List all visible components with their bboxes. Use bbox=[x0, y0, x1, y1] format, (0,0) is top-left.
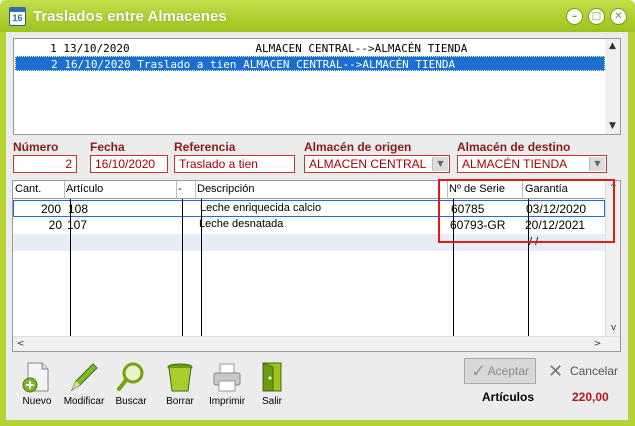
cell-cant[interactable]: 20 bbox=[49, 218, 62, 232]
col-divider bbox=[64, 181, 65, 199]
referencia-field[interactable]: Traslado a tien bbox=[174, 155, 295, 173]
destino-select-value: ALMACÉN TIENDA bbox=[462, 157, 568, 171]
window-client-area: 1 13/10/2020 ALMACEN CENTRAL-->ALMACÉN T… bbox=[6, 32, 628, 420]
col-header-cant[interactable]: Cant. bbox=[15, 183, 41, 195]
aceptar-label: Aceptar bbox=[487, 364, 529, 378]
chevron-down-icon[interactable]: ▼ bbox=[432, 157, 448, 171]
borrar-label: Borrar bbox=[166, 396, 194, 407]
calendar-icon: 16 bbox=[9, 7, 26, 26]
salir-label: Salir bbox=[261, 396, 282, 407]
chevron-down-icon[interactable]: ▼ bbox=[589, 157, 605, 171]
articulos-total-label: Artículos bbox=[482, 390, 535, 404]
buscar-label: Buscar bbox=[115, 396, 147, 407]
origen-select-value: ALMACEN CENTRAL bbox=[309, 157, 427, 171]
close-button[interactable]: ✕ bbox=[610, 8, 627, 25]
col-header-dash[interactable]: - bbox=[178, 183, 182, 195]
col-divider bbox=[176, 181, 177, 199]
numero-label: Número bbox=[13, 140, 59, 154]
nuevo-button[interactable]: Nuevo bbox=[12, 360, 62, 414]
exit-door-icon bbox=[255, 360, 289, 394]
new-document-icon bbox=[20, 360, 54, 394]
cell-descripcion[interactable]: Leche desnatada bbox=[199, 218, 283, 230]
imprimir-label: Imprimir bbox=[208, 396, 246, 407]
col-header-articulo[interactable]: Artículo bbox=[66, 183, 103, 195]
traslados-list[interactable]: 1 13/10/2020 ALMACEN CENTRAL-->ALMACÉN T… bbox=[13, 38, 621, 135]
pencil-icon bbox=[67, 360, 101, 394]
col-header-descripcion[interactable]: Descripción bbox=[197, 183, 254, 195]
aceptar-button[interactable]: ✓ Aceptar bbox=[464, 358, 536, 384]
referencia-label: Referencia bbox=[174, 140, 236, 154]
cell-cant[interactable]: 200 bbox=[41, 202, 61, 216]
cross-icon: ✕ bbox=[548, 361, 564, 381]
origen-label: Almacén de origen bbox=[304, 140, 412, 154]
salir-button[interactable]: Salir bbox=[247, 360, 297, 414]
list-scrollbar[interactable]: ▲ ▼ bbox=[605, 39, 620, 134]
cancelar-label: Cancelar bbox=[569, 364, 618, 378]
modificar-label: Modificar bbox=[63, 396, 105, 407]
fecha-label: Fecha bbox=[90, 140, 125, 154]
buscar-button[interactable]: Buscar bbox=[106, 360, 156, 414]
scroll-down-icon[interactable]: v bbox=[606, 321, 620, 336]
col-divider bbox=[201, 199, 202, 347]
origen-select[interactable]: ALMACEN CENTRAL ▼ bbox=[304, 155, 450, 173]
col-divider bbox=[70, 199, 71, 347]
list-item[interactable]: 1 13/10/2020 ALMACEN CENTRAL-->ALMACÉN T… bbox=[15, 41, 605, 56]
list-item-selected[interactable]: 2 16/10/2020 Traslado a tien ALMACEN CEN… bbox=[15, 56, 605, 71]
col-divider bbox=[195, 181, 196, 199]
destino-label: Almacén de destino bbox=[457, 140, 571, 154]
checkmark-icon: ✓ bbox=[471, 361, 487, 381]
cell-descripcion[interactable]: Leche enriquecida calcio bbox=[200, 202, 321, 214]
scroll-right-icon[interactable]: > bbox=[590, 337, 605, 351]
highlight-box bbox=[438, 179, 615, 243]
title-bar[interactable]: 16 Traslados entre Almacenes – □ ✕ bbox=[0, 0, 635, 32]
minimize-button[interactable]: – bbox=[566, 8, 583, 25]
grid-hscrollbar[interactable]: < > bbox=[13, 336, 620, 351]
cancelar-button[interactable]: ✕ Cancelar bbox=[544, 358, 622, 384]
borrar-button[interactable]: Borrar bbox=[155, 360, 205, 414]
scroll-down-icon[interactable]: ▼ bbox=[605, 119, 620, 134]
window-title: Traslados entre Almacenes bbox=[33, 8, 227, 25]
imprimir-button[interactable]: Imprimir bbox=[202, 360, 252, 414]
fecha-field[interactable]: 16/10/2020 bbox=[90, 155, 168, 173]
app-window: 16 Traslados entre Almacenes – □ ✕ 1 13/… bbox=[0, 0, 635, 426]
numero-field[interactable]: 2 bbox=[13, 155, 77, 173]
scroll-left-icon[interactable]: < bbox=[13, 337, 28, 351]
articulos-total-value: 220,00 bbox=[572, 390, 609, 404]
col-divider bbox=[182, 199, 183, 347]
modificar-button[interactable]: Modificar bbox=[59, 360, 109, 414]
destino-select[interactable]: ALMACÉN TIENDA ▼ bbox=[457, 155, 607, 173]
printer-icon bbox=[210, 360, 244, 394]
maximize-button[interactable]: □ bbox=[588, 8, 605, 25]
cell-articulo[interactable]: 108 bbox=[68, 202, 88, 216]
magnifier-icon bbox=[114, 360, 148, 394]
nuevo-label: Nuevo bbox=[22, 396, 52, 407]
trash-icon bbox=[163, 360, 197, 394]
scroll-up-icon[interactable]: ▲ bbox=[605, 39, 620, 54]
